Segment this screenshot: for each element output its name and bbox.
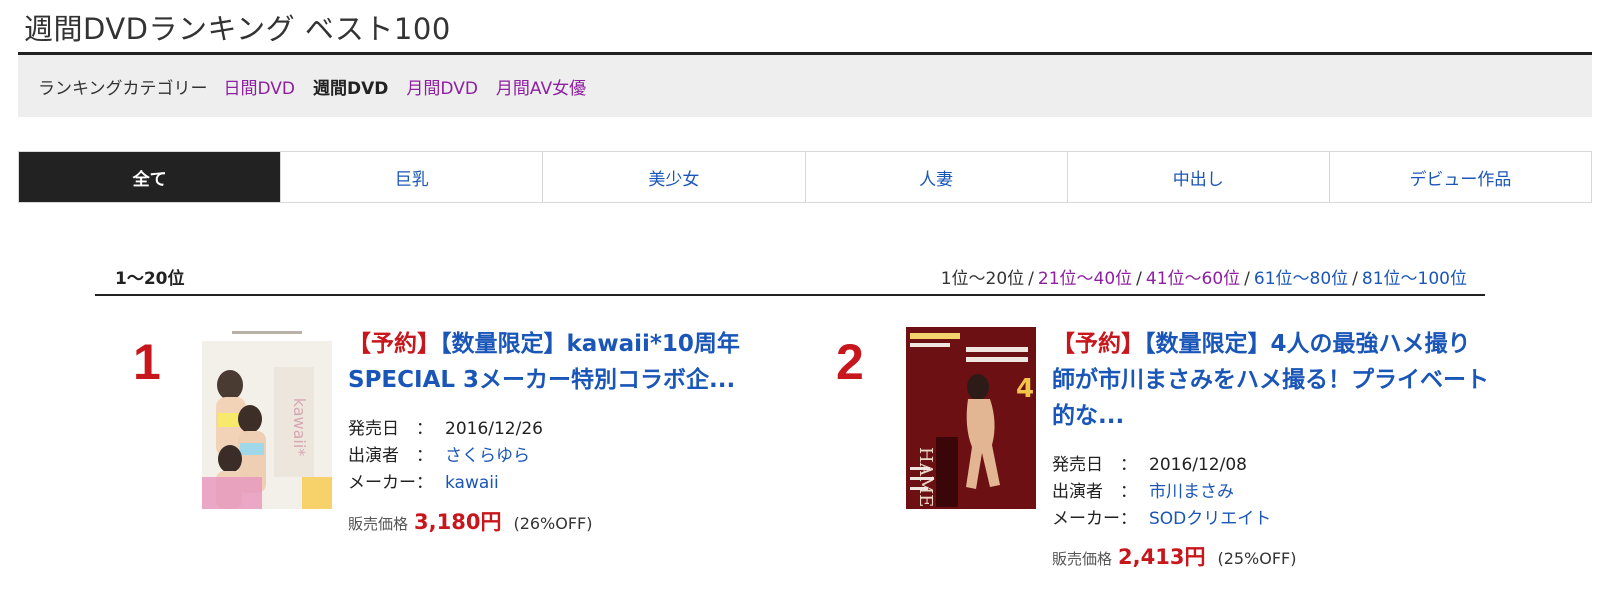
category-label: ランキングカテゴリー (38, 78, 208, 99)
preorder-tag: 【予約】 (1052, 331, 1144, 357)
maker-label: メーカー (348, 473, 416, 493)
cast-label: 出演者 (1052, 482, 1103, 502)
genre-tabs: 全て 巨乳 美少女 人妻 中出し デビュー作品 (18, 151, 1592, 203)
cast-link[interactable]: 市川まさみ (1149, 482, 1234, 502)
svg-text:4: 4 (1016, 374, 1034, 404)
price-label: 販売価格 (1052, 550, 1113, 568)
rank-number: 1 (133, 334, 161, 390)
category-active-weekly-dvd: 週間DVD (313, 78, 389, 99)
range-link-1-20: 1位〜20位 (940, 269, 1025, 289)
product-meta: 発売日： 2016/12/08 出演者：市川まさみ メーカー： SODクリエイト (1052, 452, 1271, 533)
current-range-label: 1〜20位 (115, 269, 185, 289)
maker-label: メーカー (1052, 509, 1120, 529)
tab-creampie[interactable]: 中出し (1066, 152, 1329, 202)
range-link-41-60[interactable]: 41位〜60位 (1146, 269, 1240, 289)
cast-label: 出演者 (348, 446, 399, 466)
release-date-label: 発売日 (1052, 455, 1103, 475)
range-separator: / (1028, 269, 1034, 289)
range-separator: / (1352, 269, 1358, 289)
tab-debut[interactable]: デビュー作品 (1328, 152, 1592, 202)
category-link-monthly-actress[interactable]: 月間AV女優 (496, 74, 586, 99)
ranking-category-bar: ランキングカテゴリー 日間DVD 週間DVD 月間DVD 月間AV女優 (18, 55, 1592, 117)
range-separator: / (1136, 269, 1142, 289)
tab-all[interactable]: 全て (19, 152, 281, 202)
sale-price: 3,180円 (414, 510, 502, 534)
product-thumbnail[interactable]: 4 HAME (906, 327, 1036, 509)
product-title-link[interactable]: 【予約】【数量限定】4人の最強ハメ撮り師が市川まさみをハメ撮る！プライベート的な… (1052, 326, 1492, 434)
category-link-daily-dvd[interactable]: 日間DVD (224, 74, 296, 99)
maker-link[interactable]: SODクリエイト (1149, 509, 1271, 529)
range-separator: / (1244, 269, 1250, 289)
product-thumbnail[interactable]: kawaii* (202, 327, 332, 509)
category-link-monthly-dvd[interactable]: 月間DVD (406, 74, 478, 99)
range-pagination: 1位〜20位/21位〜40位/41位〜60位/61位〜80位/81位〜100位 (941, 264, 1467, 289)
price-row: 販売価格 3,180円 (26%OFF) (348, 506, 593, 536)
price-row: 販売価格 2,413円 (25%OFF) (1052, 541, 1297, 571)
cast-link[interactable]: さくらゆら (445, 446, 530, 466)
discount-badge: (26%OFF) (513, 514, 593, 533)
release-date-label: 発売日 (348, 419, 399, 439)
discount-badge: (25%OFF) (1217, 549, 1297, 568)
product-meta: 発売日： 2016/12/26 出演者：さくらゆら メーカー： kawaii (348, 416, 543, 497)
range-link-21-40[interactable]: 21位〜40位 (1038, 269, 1132, 289)
tab-beautiful-girl[interactable]: 美少女 (542, 152, 805, 202)
tab-big-breasts[interactable]: 巨乳 (280, 152, 543, 202)
svg-text:kawaii*: kawaii* (290, 398, 309, 457)
preorder-tag: 【予約】 (348, 331, 440, 357)
range-link-61-80[interactable]: 61位〜80位 (1254, 269, 1348, 289)
sale-price: 2,413円 (1118, 545, 1206, 569)
price-label: 販売価格 (348, 515, 409, 533)
range-link-81-100[interactable]: 81位〜100位 (1362, 269, 1467, 289)
range-header: 1〜20位 1位〜20位/21位〜40位/41位〜60位/61位〜80位/81位… (95, 258, 1485, 296)
tab-married-woman[interactable]: 人妻 (804, 152, 1067, 202)
page-title: 週間DVDランキング ベスト100 (24, 12, 451, 46)
release-date: 2016/12/26 (445, 419, 543, 439)
release-date: 2016/12/08 (1149, 455, 1247, 475)
rank-number: 2 (836, 334, 864, 390)
product-title-link[interactable]: 【予約】【数量限定】kawaii*10周年SPECIAL 3メーカー特別コラボ企… (348, 326, 788, 398)
maker-link[interactable]: kawaii (445, 473, 499, 493)
